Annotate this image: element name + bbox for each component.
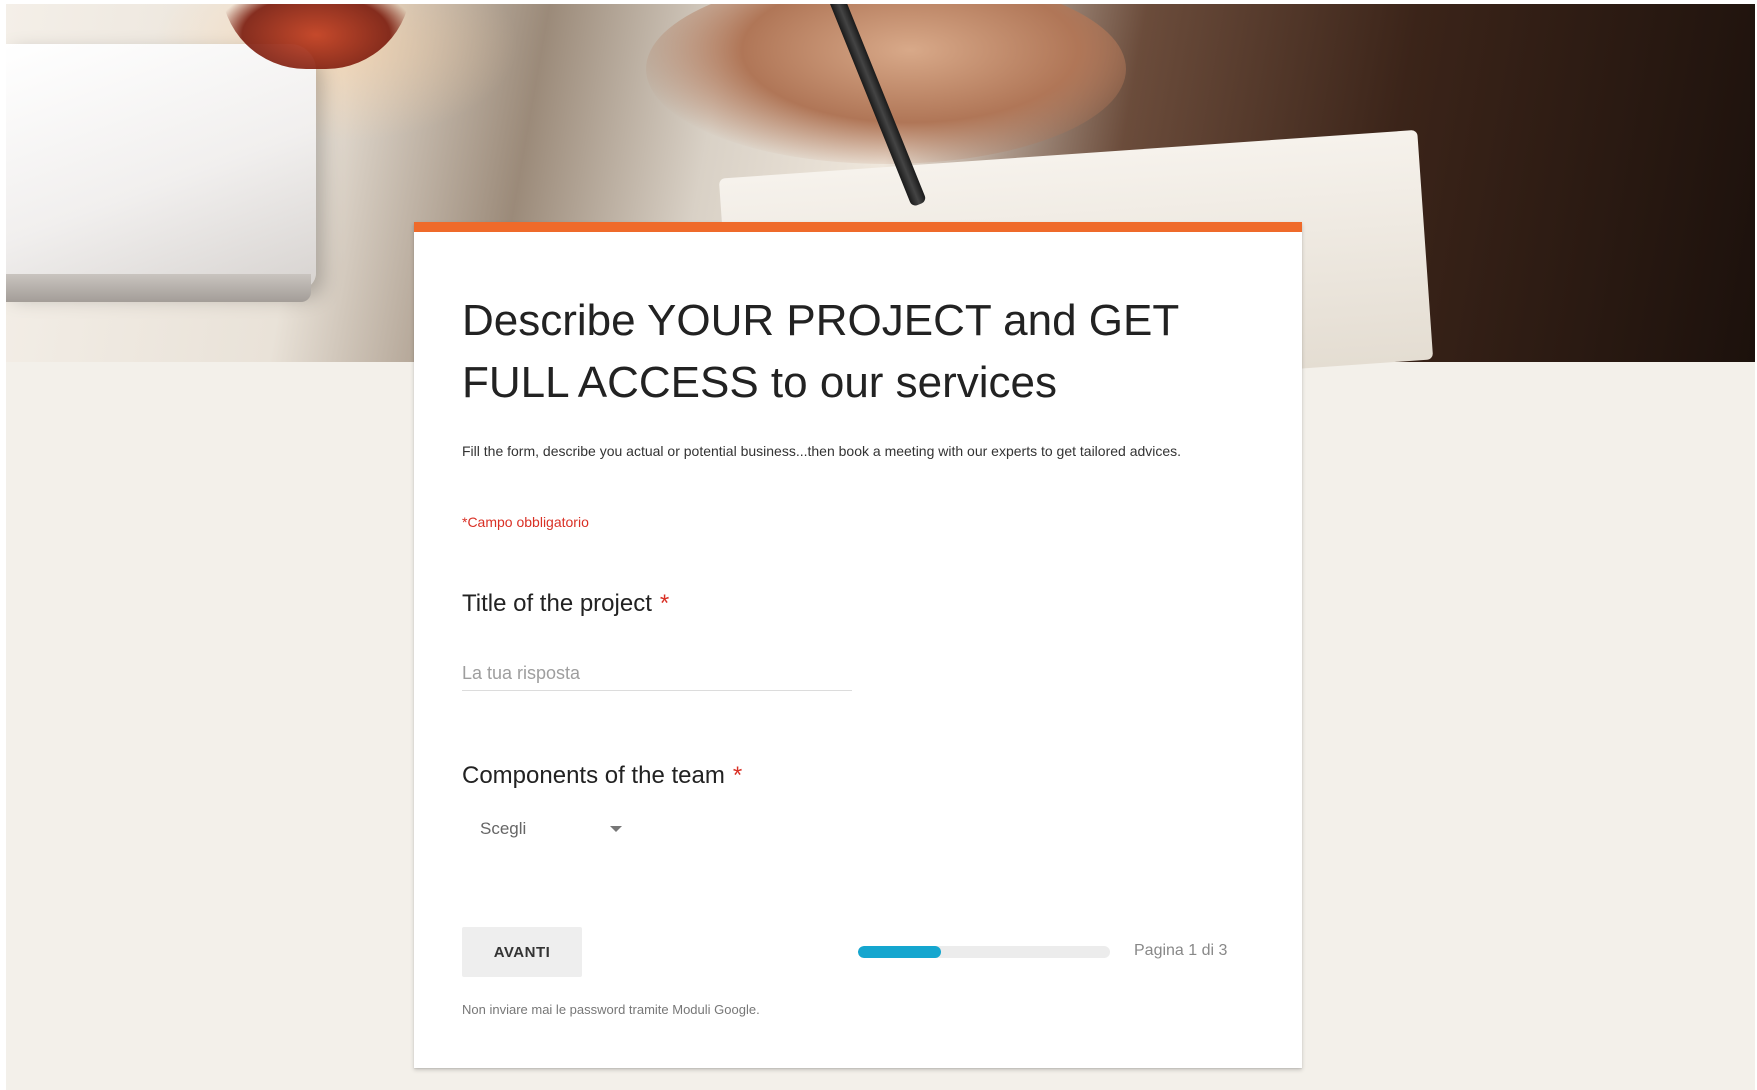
question-title-of-project: Title of the project * bbox=[462, 590, 669, 618]
question-components-of-team: Components of the team * bbox=[462, 762, 742, 790]
progress-bar-fill bbox=[858, 946, 942, 958]
password-warning-note: Non inviare mai le password tramite Modu… bbox=[462, 1002, 760, 1017]
required-star: * bbox=[732, 762, 743, 789]
team-components-dropdown[interactable]: Scegli bbox=[480, 812, 630, 846]
required-star: * bbox=[659, 590, 670, 617]
required-field-note: *Campo obbligatorio bbox=[462, 514, 589, 530]
laptop-edge-graphic bbox=[6, 274, 311, 302]
question-label: Title of the project bbox=[462, 590, 652, 617]
form-title: Describe YOUR PROJECT and GET FULL ACCES… bbox=[462, 296, 1179, 407]
form-card: Describe YOUR PROJECT and GET FULL ACCES… bbox=[414, 222, 1302, 1068]
dropdown-selected-value: Scegli bbox=[480, 819, 527, 838]
laptop-graphic bbox=[6, 44, 316, 289]
page-indicator: Pagina 1 di 3 bbox=[1134, 942, 1228, 959]
project-title-input[interactable] bbox=[462, 656, 852, 691]
question-label: Components of the team bbox=[462, 762, 725, 789]
chevron-down-icon bbox=[610, 826, 622, 832]
next-button[interactable]: AVANTI bbox=[462, 927, 582, 977]
progress-bar bbox=[858, 946, 1110, 958]
form-description: Fill the form, describe you actual or po… bbox=[462, 443, 1182, 459]
